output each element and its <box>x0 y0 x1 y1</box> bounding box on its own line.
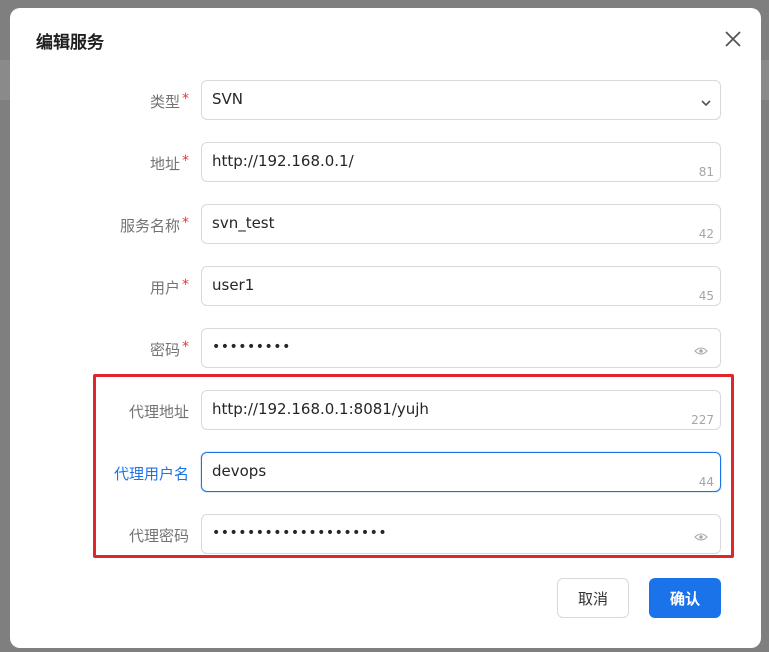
type-value: SVN <box>212 90 244 108</box>
required-mark: * <box>182 339 189 355</box>
type-select[interactable]: SVN <box>201 80 721 120</box>
service-name-label: 服务名称 * <box>119 215 189 235</box>
service-name-value: svn_test <box>212 214 275 232</box>
address-char-count: 81 <box>698 165 714 179</box>
address-row: 地址 * http://192.168.0.1/ 81 <box>10 142 761 182</box>
cancel-button[interactable]: 取消 <box>557 578 629 618</box>
password-input[interactable]: ••••••••• <box>201 328 721 368</box>
eye-icon[interactable] <box>694 342 708 355</box>
highlight-box <box>93 374 734 558</box>
service-name-char-count: 42 <box>698 227 714 241</box>
required-mark: * <box>182 153 189 169</box>
password-value: ••••••••• <box>212 339 291 355</box>
user-char-count: 45 <box>698 289 714 303</box>
user-value: user1 <box>212 276 255 294</box>
type-label: 类型 * <box>149 91 189 111</box>
password-label: 密码 * <box>149 339 189 359</box>
service-name-row: 服务名称 * svn_test 42 <box>10 204 761 244</box>
dialog-title: 编辑服务 <box>36 33 104 53</box>
chevron-down-icon <box>700 94 712 107</box>
address-value: http://192.168.0.1/ <box>212 152 354 170</box>
user-row: 用户 * user1 45 <box>10 266 761 306</box>
service-name-input[interactable]: svn_test 42 <box>201 204 721 244</box>
user-input[interactable]: user1 45 <box>201 266 721 306</box>
address-input[interactable]: http://192.168.0.1/ 81 <box>201 142 721 182</box>
edit-service-dialog: 编辑服务 类型 * SVN 地址 * http://192.168.0.1/ 81 <box>10 8 761 648</box>
required-mark: * <box>182 91 189 107</box>
required-mark: * <box>182 277 189 293</box>
address-label: 地址 * <box>149 153 189 173</box>
user-label: 用户 * <box>149 277 189 297</box>
required-mark: * <box>182 215 189 231</box>
password-row: 密码 * ••••••••• <box>10 328 761 368</box>
confirm-button[interactable]: 确认 <box>649 578 721 618</box>
close-icon[interactable] <box>722 28 744 50</box>
type-row: 类型 * SVN <box>10 80 761 120</box>
